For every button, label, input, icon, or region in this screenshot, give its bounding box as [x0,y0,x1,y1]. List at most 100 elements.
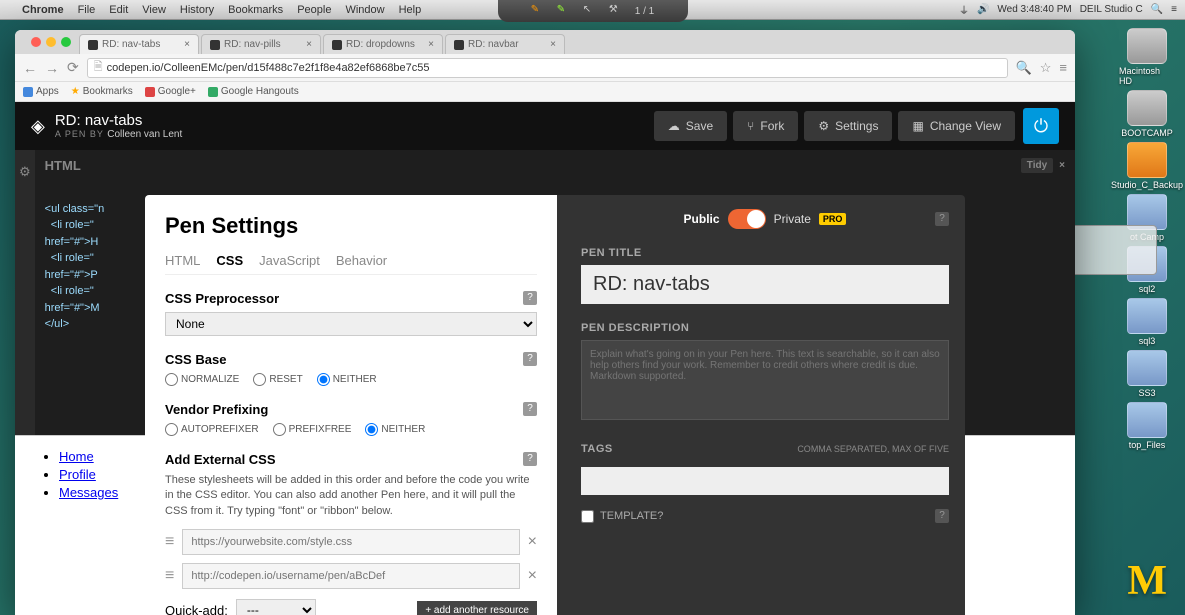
tab-close-icon[interactable]: × [184,39,190,50]
menu-window[interactable]: Window [345,4,384,16]
back-button[interactable]: ← [23,60,37,76]
css-preprocessor-select[interactable]: None [165,312,537,336]
preview-link-profile[interactable]: Profile [59,467,96,482]
pointer-icon[interactable]: ↖ [583,4,597,18]
help-icon[interactable]: ? [935,212,949,226]
menu-history[interactable]: History [180,4,214,16]
bookmark-hangouts[interactable]: Google Hangouts [208,86,299,97]
desktop-icon-macintosh-hd[interactable]: Macintosh HD [1119,28,1175,86]
desktop-icon-sql3[interactable]: sql3 [1119,298,1175,346]
desktop-icon-bootcamp[interactable]: BOOTCAMP [1119,90,1175,138]
studio-label[interactable]: DEIL Studio C [1080,4,1143,15]
pro-badge: PRO [819,213,847,225]
favicon-icon [332,40,342,50]
zoom-icon[interactable]: 🔍 [1016,60,1032,76]
hamburger-icon[interactable]: ≡ [1059,60,1067,76]
browser-tab-navbar[interactable]: RD: navbar× [445,34,565,54]
radio-neither[interactable]: NEITHER [317,373,377,386]
delete-resource-icon[interactable]: × [528,533,537,551]
pane-close-icon[interactable]: × [1059,160,1065,171]
bookmark-apps[interactable]: Apps [23,86,59,97]
menu-bookmarks[interactable]: Bookmarks [228,4,283,16]
hammer-icon[interactable]: ⚒ [609,4,623,18]
menu-file[interactable]: File [78,4,96,16]
drag-handle-icon[interactable]: ≡ [165,567,174,585]
volume-icon[interactable]: 🔊 [977,4,989,15]
desktop-icon-ss3[interactable]: SS3 [1119,350,1175,398]
tab-html[interactable]: HTML [165,253,200,268]
tab-behavior[interactable]: Behavior [336,253,387,268]
radio-autoprefixer[interactable]: AUTOPREFIXER [165,423,259,436]
menu-people[interactable]: People [297,4,331,16]
quick-add-select[interactable]: --- [236,599,316,615]
settings-button[interactable]: ⚙Settings [804,111,892,141]
wifi-icon[interactable]: ⏚ [959,2,969,17]
background-window[interactable] [1062,225,1157,275]
gear-icon: ⚙ [818,119,829,133]
browser-window: RD: nav-tabs× RD: nav-pills× RD: dropdow… [15,30,1075,615]
bookmark-google-plus[interactable]: Google+ [145,86,196,97]
tags-input[interactable] [581,467,949,495]
radio-reset[interactable]: RESET [253,373,302,386]
radio-vendor-neither[interactable]: NEITHER [365,423,425,436]
external-css-input-1[interactable] [182,529,519,555]
browser-tab-nav-tabs[interactable]: RD: nav-tabs× [79,34,199,54]
privacy-toggle[interactable] [728,209,766,229]
help-icon[interactable]: ? [935,509,949,523]
preview-link-home[interactable]: Home [59,449,94,464]
fork-button[interactable]: ⑂Fork [733,111,798,141]
menu-view[interactable]: View [142,4,166,16]
menubar-app[interactable]: Chrome [22,4,64,16]
author-link[interactable]: Colleen van Lent [107,129,182,140]
pen-title-input[interactable] [581,265,949,304]
css-base-label: CSS Base [165,352,537,367]
pen-title[interactable]: RD: nav-tabs [55,112,182,129]
radio-prefixfree[interactable]: PREFIXFREE [273,423,352,436]
menu-edit[interactable]: Edit [109,4,128,16]
forward-button[interactable]: → [45,60,59,76]
help-icon[interactable]: ? [523,352,537,366]
menu-icon[interactable]: ≡ [1171,4,1177,15]
pen-description-input[interactable] [581,340,949,420]
change-view-button[interactable]: ▦Change View [898,111,1015,141]
tab-close-icon[interactable]: × [306,39,312,50]
highlighter-icon[interactable]: ✎ [557,4,571,18]
pencil-icon[interactable]: ✎ [531,4,545,18]
tab-css[interactable]: CSS [216,253,243,268]
drag-handle-icon[interactable]: ≡ [165,533,174,551]
tab-close-icon[interactable]: × [550,39,556,50]
window-close-icon[interactable] [31,37,41,47]
url-input[interactable]: 🗎 codepen.io/ColleenEMc/pen/d15f488c7e2f… [87,58,1008,78]
template-checkbox[interactable] [581,510,594,523]
menu-help[interactable]: Help [399,4,422,16]
window-zoom-icon[interactable] [61,37,71,47]
tab-close-icon[interactable]: × [428,39,434,50]
bookmark-bookmarks[interactable]: ★Bookmarks [71,86,133,97]
template-label: TEMPLATE? [600,510,663,522]
radio-normalize[interactable]: NORMALIZE [165,373,239,386]
external-css-input-2[interactable] [182,563,519,589]
login-button[interactable]: ⏻ [1023,108,1059,144]
browser-tab-nav-pills[interactable]: RD: nav-pills× [201,34,321,54]
help-icon[interactable]: ? [523,291,537,305]
codepen-logo-icon[interactable]: ◈ [31,116,45,137]
save-button[interactable]: ☁Save [654,111,727,141]
preview-link-messages[interactable]: Messages [59,485,118,500]
spotlight-icon[interactable]: 🔍 [1151,4,1163,15]
star-icon[interactable]: ☆ [1040,60,1052,76]
delete-resource-icon[interactable]: × [528,567,537,585]
desktop-icon-studio-c-backup[interactable]: Studio_C_Backup [1119,142,1175,190]
editor-settings-icon[interactable]: ⚙ [15,150,35,180]
editor-pane-label: HTML [45,158,81,173]
reload-button[interactable]: ⟳ [67,59,79,76]
tidy-button[interactable]: Tidy [1021,158,1053,173]
window-minimize-icon[interactable] [46,37,56,47]
desktop-icon-top-files[interactable]: top_Files [1119,402,1175,450]
help-icon[interactable]: ? [523,452,537,466]
tab-javascript[interactable]: JavaScript [259,253,320,268]
help-icon[interactable]: ? [523,402,537,416]
add-resource-button[interactable]: + add another resource [417,601,537,615]
browser-tab-dropdowns[interactable]: RD: dropdowns× [323,34,443,54]
clock[interactable]: Wed 3:48:40 PM [997,4,1071,15]
settings-right-panel: Public Private PRO ? PEN TITLE PEN DESCR… [565,195,965,615]
